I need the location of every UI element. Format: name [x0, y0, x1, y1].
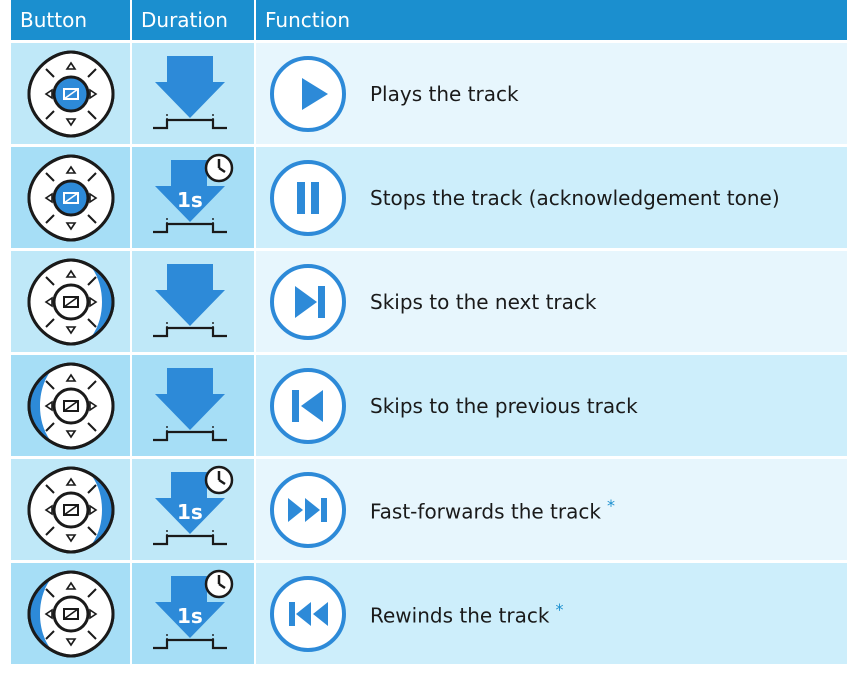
jog-button-right-icon [23, 254, 119, 350]
short-press-icon [143, 358, 243, 454]
duration-cell [132, 43, 256, 144]
function-text: Fast-forwards the track * [370, 495, 615, 524]
footnote-star-icon: * [555, 599, 564, 619]
button-cell [11, 251, 132, 352]
table-row: Plays the track [11, 40, 847, 144]
function-table: Button Duration Function Plays the track… [11, 0, 847, 664]
button-cell [11, 355, 132, 456]
footnote-star-icon: * [606, 495, 615, 515]
duration-label: 1s [177, 499, 203, 524]
pause-icon [268, 158, 348, 238]
button-cell [11, 147, 132, 248]
jog-button-center-icon [23, 150, 119, 246]
long-press-icon: 1s [143, 150, 243, 246]
table-row: Skips to the next track [11, 248, 847, 352]
long-press-icon: 1s [143, 566, 243, 662]
button-cell [11, 563, 132, 664]
function-cell: Skips to the previous track [256, 355, 847, 456]
table-header: Button Duration Function [11, 0, 847, 40]
jog-button-left-icon [23, 358, 119, 454]
function-cell: Skips to the next track [256, 251, 847, 352]
short-press-icon [143, 46, 243, 142]
function-text: Plays the track [370, 81, 519, 106]
header-duration: Duration [132, 0, 256, 40]
duration-cell: 1s [132, 563, 256, 664]
previous-track-icon [268, 366, 348, 446]
function-text: Stops the track (acknowledgement tone) [370, 185, 780, 210]
table-row: 1s Fast-forwards the track * [11, 456, 847, 560]
function-text: Skips to the next track [370, 289, 597, 314]
duration-label: 1s [177, 603, 203, 628]
duration-cell [132, 251, 256, 352]
duration-cell [132, 355, 256, 456]
duration-label: 1s [177, 187, 203, 212]
next-track-icon [268, 262, 348, 342]
duration-cell: 1s [132, 459, 256, 560]
table-row: Skips to the previous track [11, 352, 847, 456]
jog-button-left-icon [23, 566, 119, 662]
short-press-icon [143, 254, 243, 350]
function-text: Skips to the previous track [370, 393, 638, 418]
function-cell: Fast-forwards the track * [256, 459, 847, 560]
button-cell [11, 459, 132, 560]
button-cell [11, 43, 132, 144]
jog-button-center-icon [23, 46, 119, 142]
rewind-icon [268, 574, 348, 654]
jog-button-right-icon [23, 462, 119, 558]
duration-cell: 1s [132, 147, 256, 248]
table-row: 1s Stops the track (acknowledgement tone… [11, 144, 847, 248]
long-press-icon: 1s [143, 462, 243, 558]
function-cell: Plays the track [256, 43, 847, 144]
header-function: Function [265, 8, 351, 32]
table-row: 1s Rewinds the track * [11, 560, 847, 664]
function-cell: Stops the track (acknowledgement tone) [256, 147, 847, 248]
function-cell: Rewinds the track * [256, 563, 847, 664]
header-button: Button [11, 0, 132, 40]
play-icon [268, 54, 348, 134]
function-text: Rewinds the track * [370, 599, 564, 628]
fast-forward-icon [268, 470, 348, 550]
